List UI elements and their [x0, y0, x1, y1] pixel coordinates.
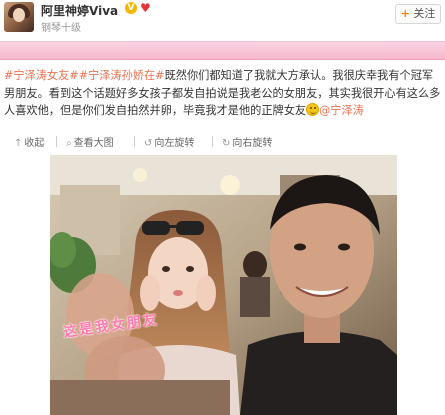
divider: [134, 136, 135, 147]
avatar-face: [13, 8, 25, 22]
post-text: #宁泽涛女友##宁泽涛孙娇在#既然你们都知道了我就大方承认。我很庆幸我有个冠军男…: [4, 67, 441, 120]
collapse-button[interactable]: ↑ 收起: [14, 134, 44, 149]
username-link[interactable]: 阿里神婷Viva: [41, 2, 118, 19]
follow-button[interactable]: + 关注: [395, 4, 441, 24]
hashtag-link[interactable]: #宁泽涛孙娇在#: [79, 69, 165, 82]
divider: [212, 136, 213, 147]
magnifier-icon: ⌕: [66, 138, 72, 149]
rotate-right-icon: ↻: [222, 138, 231, 149]
rotate-left-icon: ↺: [144, 138, 153, 149]
post-photo[interactable]: [50, 155, 397, 415]
avatar[interactable]: [4, 2, 34, 32]
hashtag-link[interactable]: #宁泽涛女友#: [4, 69, 79, 82]
user-level: 钢琴十级: [41, 23, 81, 34]
collapse-label: 收起: [24, 138, 45, 149]
rotate-right-label: 向右旋转: [232, 138, 273, 149]
rotate-left-button[interactable]: ↺ 向左旋转: [144, 134, 194, 149]
photo-illustration: [50, 155, 397, 415]
verified-badge-icon: V: [125, 2, 137, 14]
heart-icon: ♥: [140, 1, 151, 15]
collapse-icon: ↑: [14, 138, 23, 149]
decorative-banner: [0, 41, 445, 60]
view-large-button[interactable]: ⌕ 查看大图: [66, 134, 114, 149]
view-large-label: 查看大图: [73, 138, 114, 149]
plus-icon: +: [400, 7, 410, 20]
follow-label: 关注: [413, 7, 436, 20]
divider: [56, 136, 57, 147]
smile-emoji-icon: [306, 103, 320, 116]
post-header: 阿里神婷Viva V ♥ 钢琴十级 + 关注: [0, 0, 445, 34]
rotate-right-button[interactable]: ↻ 向右旋转: [222, 134, 272, 149]
rotate-left-label: 向左旋转: [154, 138, 195, 149]
mention-link[interactable]: @宁泽涛: [319, 104, 364, 117]
